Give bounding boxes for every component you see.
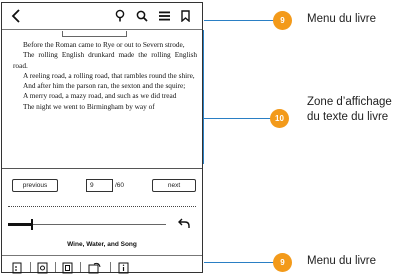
leader-line [204, 20, 276, 21]
book-menu-top [2, 3, 202, 30]
callout-badge: 9 [273, 11, 292, 30]
return-icon[interactable] [176, 216, 192, 230]
bulb-icon[interactable] [113, 7, 127, 25]
notes-icon[interactable] [37, 261, 49, 274]
progress-fill [8, 223, 32, 226]
search-icon[interactable] [135, 7, 149, 25]
book-text-area[interactable]: Before the Roman came to Rye or out to S… [2, 31, 202, 169]
paragraph: The rolling English drunkard made the ro… [13, 50, 197, 70]
page-number-input[interactable]: 9 [86, 179, 113, 192]
divider [110, 262, 111, 272]
bookmark-icon[interactable] [178, 7, 192, 25]
divider [80, 262, 81, 272]
orientation-icon[interactable] [88, 261, 101, 274]
previous-button[interactable]: previous [12, 179, 58, 192]
page-navigation: previous 9 /60 next [2, 175, 202, 197]
book-menu-bottom [2, 255, 202, 274]
menu-icon[interactable] [157, 7, 171, 25]
paragraph: A reeling road, a rolling road, that ram… [23, 70, 195, 80]
progress-thumb[interactable] [30, 219, 33, 230]
heading-remnant [62, 31, 127, 37]
callout-label: Zone d’affichage [307, 96, 392, 108]
back-arrow-icon[interactable] [9, 7, 23, 25]
leader-line [204, 262, 276, 263]
next-button[interactable]: next [152, 179, 196, 192]
paragraph: And after him the parson ran, the sexton… [23, 81, 186, 91]
callout-badge: 10 [270, 109, 289, 128]
paragraph: Before the Roman came to Rye or out to S… [23, 40, 185, 49]
paragraph: A merry road, a mazy road, and such as w… [23, 91, 177, 101]
page-total: /60 [115, 182, 125, 189]
contents-icon[interactable] [12, 261, 24, 274]
info-icon[interactable] [118, 261, 130, 274]
callout-label: Menu du livre [307, 13, 377, 25]
divider [30, 262, 31, 272]
leader-line [203, 118, 273, 119]
bracket-line [203, 30, 204, 164]
ereader-screen: Before the Roman came to Rye or out to S… [1, 2, 203, 274]
book-title: Wine, Water, and Song [67, 241, 137, 248]
divider [55, 262, 56, 272]
callout-badge: 9 [273, 253, 292, 272]
settings-icon[interactable] [62, 261, 74, 274]
dotted-divider [8, 206, 196, 207]
progress-slider[interactable] [8, 219, 166, 230]
book-text: Before the Roman came to Rye or out to S… [13, 40, 197, 112]
paragraph: The night we went to Birmingham by way o… [23, 101, 155, 111]
callout-label: Menu du livre [307, 255, 377, 267]
callout-label: du texte du livre [307, 111, 389, 123]
